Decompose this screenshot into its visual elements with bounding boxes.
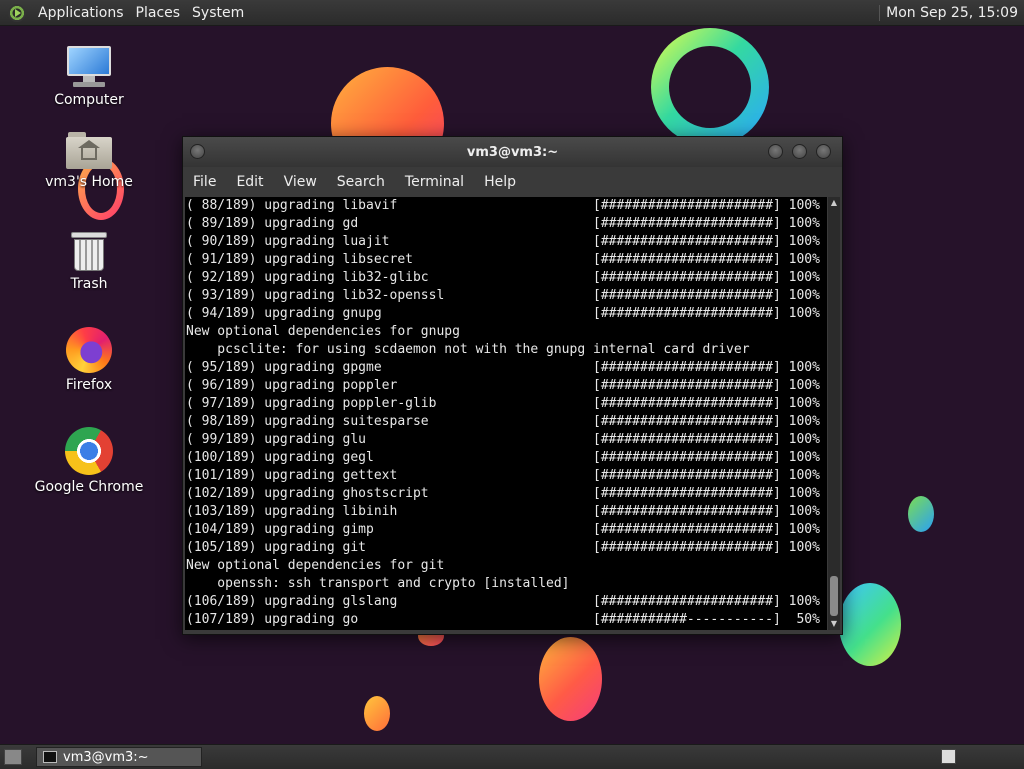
terminal-line: (103/189) upgrading libinih [###########… <box>186 504 820 519</box>
show-desktop-button[interactable] <box>4 749 22 765</box>
desktop-icon-label: vm3's Home <box>45 174 133 190</box>
wallpaper-small-orange-circle <box>364 696 390 731</box>
terminal-line: (102/189) upgrading ghostscript [#######… <box>186 486 820 501</box>
terminal-line: ( 97/189) upgrading poppler-glib [######… <box>186 396 820 411</box>
menu-view[interactable]: View <box>274 174 327 190</box>
window-menu-button[interactable] <box>190 144 205 159</box>
menu-help[interactable]: Help <box>474 174 526 190</box>
terminal-line: New optional dependencies for git <box>186 558 445 573</box>
system-menu[interactable]: System <box>186 5 250 21</box>
terminal-line: openssh: ssh transport and crypto [insta… <box>186 576 570 591</box>
terminal-line: ( 93/189) upgrading lib32-openssl [#####… <box>186 288 820 303</box>
menu-search[interactable]: Search <box>327 174 395 190</box>
terminal-line: ( 89/189) upgrading gd [################… <box>186 216 820 231</box>
computer-icon <box>65 46 113 88</box>
terminal-line: ( 90/189) upgrading luajit [############… <box>186 234 820 249</box>
terminal-line: pcsclite: for using scdaemon not with th… <box>186 342 750 357</box>
maximize-button[interactable] <box>792 144 807 159</box>
terminal-output[interactable]: ( 88/189) upgrading libavif [###########… <box>185 197 827 630</box>
terminal-line: New optional dependencies for gnupg <box>186 324 460 339</box>
wallpaper-pink-circle <box>539 637 602 721</box>
wallpaper-small-green-circle <box>908 496 934 532</box>
chrome-icon <box>65 427 113 475</box>
terminal-line: ( 98/189) upgrading suitesparse [#######… <box>186 414 820 429</box>
terminal-line: (101/189) upgrading gettext [###########… <box>186 468 820 483</box>
taskbar-window-button[interactable]: vm3@vm3:~ <box>36 747 202 767</box>
minimize-button[interactable] <box>768 144 783 159</box>
taskbar-window-label: vm3@vm3:~ <box>63 749 149 765</box>
top-panel: Applications Places System Mon Sep 25, 1… <box>0 0 1024 26</box>
desktop-icon-trash[interactable]: Trash <box>24 230 154 292</box>
terminal-line: (107/189) upgrading go [###########-----… <box>186 612 820 627</box>
scroll-up-icon[interactable]: ▲ <box>829 198 839 208</box>
terminal-line: (104/189) upgrading gimp [##############… <box>186 522 820 537</box>
desktop-icon-label: Computer <box>54 92 124 108</box>
workspace-switcher[interactable] <box>941 749 956 764</box>
window-titlebar[interactable]: vm3@vm3:~ <box>183 137 842 167</box>
home-folder-icon <box>66 130 112 170</box>
scrollbar-thumb[interactable] <box>830 576 838 616</box>
trash-icon <box>71 230 107 272</box>
terminal-scrollbar[interactable]: ▲ ▼ <box>828 197 840 630</box>
terminal-icon <box>43 751 57 763</box>
menu-edit[interactable]: Edit <box>226 174 273 190</box>
terminal-line: ( 92/189) upgrading lib32-glibc [#######… <box>186 270 820 285</box>
desktop-icon-label: Firefox <box>65 377 113 393</box>
wallpaper-green-ring <box>651 28 769 146</box>
terminal-line: ( 99/189) upgrading glu [###############… <box>186 432 820 447</box>
terminal-line: ( 91/189) upgrading libsecret [#########… <box>186 252 820 267</box>
desktop-icon-label: Google Chrome <box>34 479 144 495</box>
menu-file[interactable]: File <box>183 174 226 190</box>
menu-terminal[interactable]: Terminal <box>395 174 474 190</box>
places-menu[interactable]: Places <box>130 5 187 21</box>
window-title: vm3@vm3:~ <box>466 144 559 160</box>
firefox-icon <box>66 327 112 373</box>
terminal-line: ( 88/189) upgrading libavif [###########… <box>186 198 820 213</box>
terminal-menubar: File Edit View Search Terminal Help <box>183 167 842 197</box>
terminal-line: ( 96/189) upgrading poppler [###########… <box>186 378 820 393</box>
close-button[interactable] <box>816 144 831 159</box>
bottom-panel: vm3@vm3:~ <box>0 744 1024 769</box>
panel-clock[interactable]: Mon Sep 25, 15:09 <box>879 4 1024 21</box>
applications-menu[interactable]: Applications <box>32 5 130 21</box>
desktop-icon-firefox[interactable]: Firefox <box>24 327 154 393</box>
wallpaper-blue-circle <box>839 583 901 666</box>
desktop-icon-chrome[interactable]: Google Chrome <box>24 427 154 495</box>
scroll-down-icon[interactable]: ▼ <box>829 619 839 629</box>
terminal-line: (105/189) upgrading git [###############… <box>186 540 820 555</box>
desktop-icon-computer[interactable]: Computer <box>24 46 154 108</box>
distro-logo-icon[interactable] <box>8 3 26 22</box>
terminal-line: ( 95/189) upgrading gpgme [#############… <box>186 360 820 375</box>
terminal-line: (106/189) upgrading glslang [###########… <box>186 594 820 609</box>
terminal-line: ( 94/189) upgrading gnupg [#############… <box>186 306 820 321</box>
terminal-window[interactable]: vm3@vm3:~ File Edit View Search Terminal… <box>182 136 843 635</box>
desktop-icon-home[interactable]: vm3's Home <box>24 130 154 190</box>
desktop-icon-label: Trash <box>70 276 108 292</box>
terminal-line: (100/189) upgrading gegl [##############… <box>186 450 820 465</box>
